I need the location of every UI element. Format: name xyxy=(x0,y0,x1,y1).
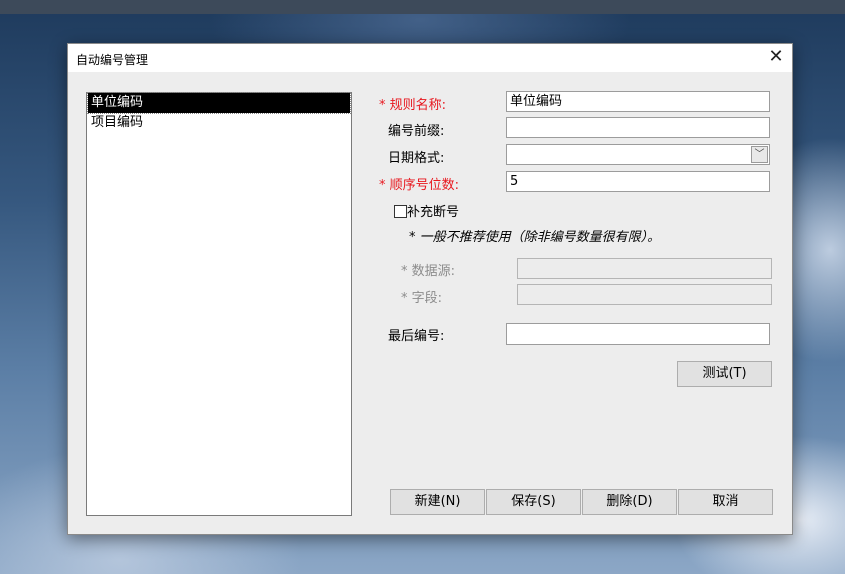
date-format-label: 日期格式: xyxy=(388,151,445,166)
rule-name-input[interactable]: 单位编码 xyxy=(506,91,770,112)
delete-button[interactable]: 删除(D) xyxy=(582,489,677,515)
auto-number-dialog: 自动编号管理 ✕ 单位编码 项目编码 * 规则名称: 单位编码 编号前缀: 日期… xyxy=(67,43,793,535)
title-bar: 自动编号管理 ✕ xyxy=(68,44,792,72)
list-item-unit-code[interactable]: 单位编码 xyxy=(87,92,351,114)
last-number-label: 最后编号: xyxy=(388,329,445,344)
prefix-input[interactable] xyxy=(506,117,770,138)
last-number-input[interactable] xyxy=(506,323,770,345)
fill-gap-label[interactable]: 补充断号 xyxy=(407,201,459,220)
seq-digits-input[interactable]: 5 xyxy=(506,171,770,192)
rule-list[interactable]: 单位编码 项目编码 xyxy=(86,92,352,516)
prefix-label: 编号前缀: xyxy=(388,124,445,139)
close-icon[interactable]: ✕ xyxy=(766,47,786,67)
desktop-top-bar xyxy=(0,0,845,14)
list-item-project-code[interactable]: 项目编码 xyxy=(88,113,350,133)
required-mark: * xyxy=(379,98,390,113)
date-format-select[interactable]: ﹀ xyxy=(506,144,770,165)
cancel-button[interactable]: 取消 xyxy=(678,489,773,515)
new-button[interactable]: 新建(N) xyxy=(390,489,485,515)
fill-gap-checkbox[interactable] xyxy=(394,205,407,218)
seq-digits-label-text: 顺序号位数: xyxy=(389,178,460,193)
rule-name-label: * 规则名称: xyxy=(379,94,446,113)
window-title: 自动编号管理 xyxy=(76,53,149,67)
test-button[interactable]: 测试(T) xyxy=(677,361,772,387)
chevron-down-icon[interactable]: ﹀ xyxy=(751,146,768,163)
required-mark: * xyxy=(379,178,390,193)
fill-gap-note: * 一般不推荐使用（除非编号数量很有限）。 xyxy=(409,230,661,245)
save-button[interactable]: 保存(S) xyxy=(486,489,581,515)
rule-name-label-text: 规则名称: xyxy=(389,98,447,113)
field-label: * 字段: xyxy=(401,291,443,306)
data-source-label: * 数据源: xyxy=(401,264,456,279)
field-input xyxy=(517,284,772,305)
data-source-input xyxy=(517,258,772,279)
seq-digits-label: * 顺序号位数: xyxy=(379,174,459,193)
